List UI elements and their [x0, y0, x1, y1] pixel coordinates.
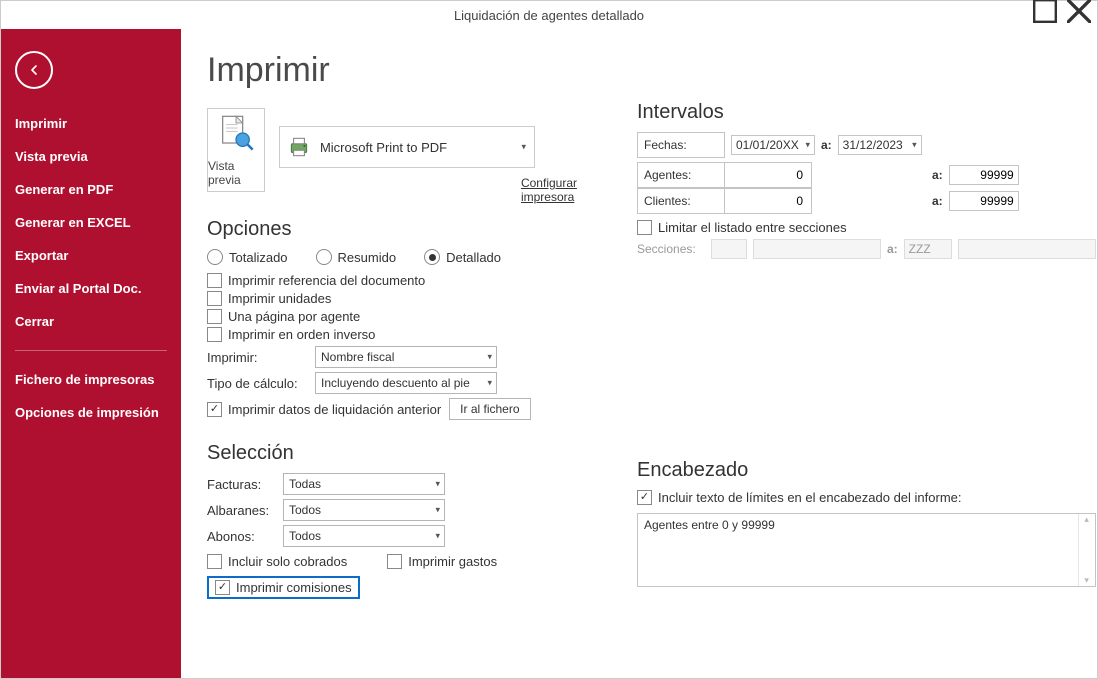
- agentes-desde-input[interactable]: [731, 167, 805, 183]
- window-controls: [1033, 1, 1091, 21]
- a-label: a:: [932, 168, 943, 182]
- sidebar-item-vista-previa[interactable]: Vista previa: [1, 140, 181, 173]
- window-title: Liquidación de agentes detallado: [454, 8, 644, 23]
- titlebar: Liquidación de agentes detallado: [1, 1, 1097, 29]
- secciones-label: Secciones:: [637, 242, 705, 256]
- chk-imprimir-comisiones[interactable]: Imprimir comisiones: [207, 576, 360, 599]
- content-area: Imprimir Vis: [181, 29, 1097, 678]
- scrollbar[interactable]: ▴ ▾: [1078, 514, 1095, 586]
- chk-imprimir-gastos[interactable]: Imprimir gastos: [387, 554, 497, 569]
- secciones-hasta-input: ZZZ: [904, 239, 952, 259]
- secciones-desde-desc: [753, 239, 881, 259]
- radio-detallado[interactable]: Detallado: [424, 249, 501, 265]
- facturas-label: Facturas:: [207, 477, 275, 492]
- chevron-down-icon: ▾: [805, 140, 810, 151]
- sidebar-item-generar-excel[interactable]: Generar en EXCEL: [1, 206, 181, 239]
- intervalos-block: Fechas: 01/01/20XX ▾ a: 31/12/2023 ▾: [637, 132, 1096, 259]
- fecha-desde-input[interactable]: 01/01/20XX ▾: [731, 135, 815, 155]
- sidebar-item-cerrar[interactable]: Cerrar: [1, 305, 181, 338]
- scroll-down-icon: ▾: [1079, 575, 1095, 586]
- close-button[interactable]: [1067, 1, 1091, 21]
- abonos-select[interactable]: Todos ▾: [283, 525, 445, 547]
- imprimir-select[interactable]: Nombre fiscal ▾: [315, 346, 497, 368]
- secciones-desde-input: [711, 239, 747, 259]
- sidebar: Imprimir Vista previa Generar en PDF Gen…: [1, 29, 181, 678]
- imprimir-label: Imprimir:: [207, 350, 307, 365]
- tipo-calculo-select[interactable]: Incluyendo descuento al pie ▾: [315, 372, 497, 394]
- chk-una-pagina-agente[interactable]: Una página por agente: [207, 309, 577, 324]
- seleccion-heading: Selección: [207, 442, 577, 465]
- a-label-disabled: a:: [887, 242, 898, 256]
- opciones-heading: Opciones: [207, 218, 577, 241]
- chk-incluir-texto-limites[interactable]: Incluir texto de límites en el encabezad…: [637, 490, 1096, 505]
- document-magnifier-icon: [216, 113, 256, 153]
- chevron-down-icon: ▾: [435, 505, 440, 516]
- chevron-down-icon: ▾: [435, 479, 440, 490]
- tipo-calculo-label: Tipo de cálculo:: [207, 376, 307, 391]
- app-window: Liquidación de agentes detallado Imprimi…: [0, 0, 1098, 679]
- sidebar-item-imprimir[interactable]: Imprimir: [1, 107, 181, 140]
- sidebar-separator: [15, 350, 167, 351]
- intervalos-heading: Intervalos: [637, 101, 1096, 124]
- chk-ref-documento[interactable]: Imprimir referencia del documento: [207, 273, 577, 288]
- agentes-label: Agentes:: [638, 163, 725, 188]
- clientes-hasta-input[interactable]: [949, 191, 1019, 211]
- a-label: a:: [821, 138, 832, 152]
- secciones-hasta-desc: [958, 239, 1096, 259]
- encabezado-textarea[interactable]: Agentes entre 0 y 99999 ▴ ▾: [637, 513, 1096, 587]
- clientes-desde-input[interactable]: [731, 193, 805, 209]
- page-title: Imprimir: [207, 51, 577, 90]
- ir-al-fichero-button[interactable]: Ir al fichero: [449, 398, 530, 420]
- vista-previa-button[interactable]: Vista previa: [207, 108, 265, 192]
- sidebar-item-fichero-impresoras[interactable]: Fichero de impresoras: [1, 363, 181, 396]
- chk-liq-anterior[interactable]: Imprimir datos de liquidación anterior: [207, 402, 441, 417]
- maximize-button[interactable]: [1033, 1, 1057, 21]
- encabezado-heading: Encabezado: [637, 459, 1096, 482]
- chk-imprimir-unidades[interactable]: Imprimir unidades: [207, 291, 577, 306]
- chk-limitar-secciones[interactable]: Limitar el listado entre secciones: [637, 220, 1096, 235]
- chk-orden-inverso[interactable]: Imprimir en orden inverso: [207, 327, 577, 342]
- agentes-hasta-input[interactable]: [949, 165, 1019, 185]
- a-label: a:: [932, 194, 943, 208]
- facturas-select[interactable]: Todas ▾: [283, 473, 445, 495]
- chevron-down-icon: ▾: [912, 140, 917, 151]
- sidebar-item-opciones-impresion[interactable]: Opciones de impresión: [1, 396, 181, 429]
- sidebar-item-exportar[interactable]: Exportar: [1, 239, 181, 272]
- albaranes-select[interactable]: Todos ▾: [283, 499, 445, 521]
- fechas-label: Fechas:: [638, 133, 725, 158]
- printer-name: Microsoft Print to PDF: [320, 140, 447, 155]
- chevron-down-icon: ▾: [521, 142, 526, 153]
- sidebar-item-enviar-portal[interactable]: Enviar al Portal Doc.: [1, 272, 181, 305]
- abonos-label: Abonos:: [207, 529, 275, 544]
- radio-resumido[interactable]: Resumido: [316, 249, 397, 265]
- back-button[interactable]: [15, 51, 53, 89]
- scroll-up-icon: ▴: [1079, 514, 1095, 525]
- clientes-label: Clientes:: [638, 189, 725, 214]
- printer-icon: [286, 134, 312, 160]
- chevron-down-icon: ▾: [487, 378, 492, 389]
- fecha-hasta-input[interactable]: 31/12/2023 ▾: [838, 135, 922, 155]
- chevron-down-icon: ▾: [487, 352, 492, 363]
- sidebar-item-generar-pdf[interactable]: Generar en PDF: [1, 173, 181, 206]
- vista-previa-label: Vista previa: [208, 159, 264, 187]
- chk-solo-cobrados[interactable]: Incluir solo cobrados: [207, 554, 347, 569]
- albaranes-label: Albaranes:: [207, 503, 275, 518]
- printer-dropdown[interactable]: Microsoft Print to PDF ▾: [279, 126, 535, 168]
- chevron-down-icon: ▾: [435, 531, 440, 542]
- radio-totalizado[interactable]: Totalizado: [207, 249, 288, 265]
- configure-printer-link[interactable]: Configurar impresora: [521, 176, 577, 204]
